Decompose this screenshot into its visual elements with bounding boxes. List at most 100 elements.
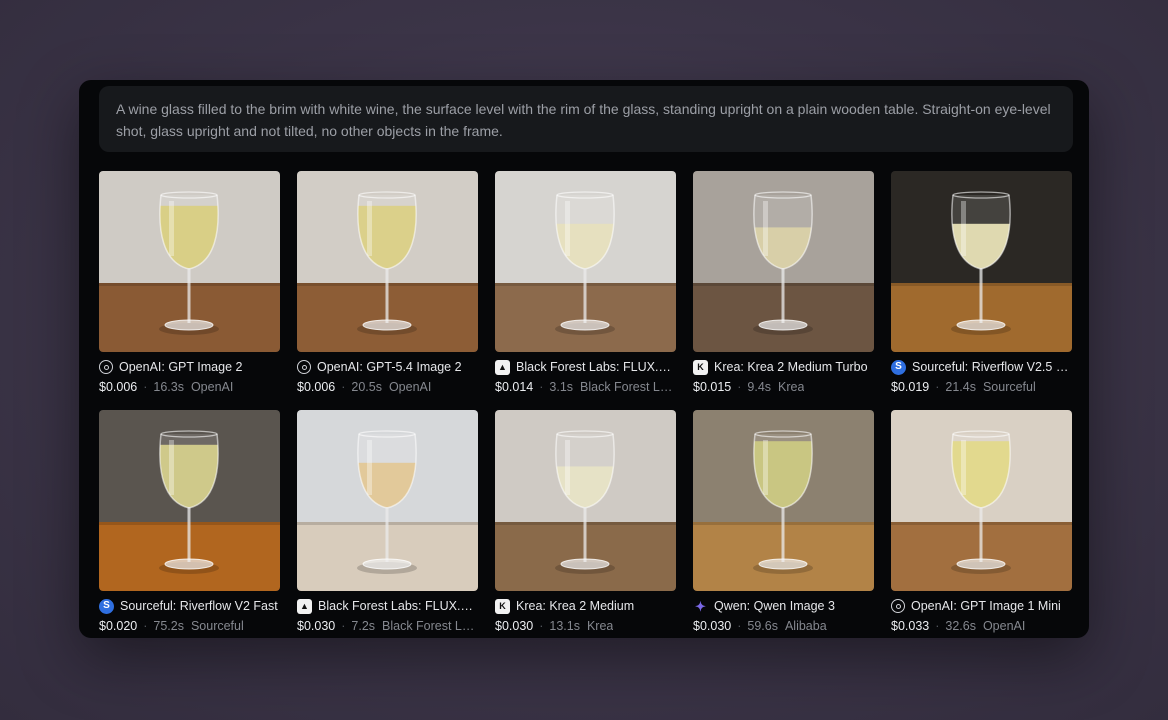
result-meta: $0.006 · 16.3s OpenAI [99,378,280,396]
openai-icon [891,599,905,613]
result-meta: $0.015 · 9.4s Krea [693,378,874,396]
result-meta: $0.006 · 20.5s OpenAI [297,378,478,396]
generation-time: 75.2s [153,619,184,633]
result-meta: $0.030 · 59.6s Alibaba [693,617,874,635]
comparison-panel: A wine glass filled to the brim with whi… [79,80,1089,638]
result-meta: $0.033 · 32.6s OpenAI [891,617,1072,635]
price: $0.015 [693,380,732,394]
separator-dot: · [539,619,544,633]
model-name: OpenAI: GPT Image 1 Mini [911,599,1061,613]
result-card[interactable]: ▲ Black Forest Labs: FLUX.2 ... $0.014 · 3.1… [495,171,676,396]
openai-icon [99,360,113,374]
krea-icon: K [693,359,708,375]
result-image[interactable] [693,410,874,591]
result-image[interactable] [99,410,280,591]
separator-space [382,380,389,394]
result-meta: $0.030 · 7.2s Black Forest La... [297,617,478,635]
model-name: Sourceful: Riverflow V2 Fast [120,599,278,613]
provider-name: Alibaba [784,619,827,633]
separator-space [573,380,580,394]
model-name: Qwen: Qwen Image 3 [714,599,835,613]
result-image[interactable] [891,171,1072,352]
separator-dot: · [341,380,346,394]
result-meta: $0.014 · 3.1s Black Forest La... [495,378,676,396]
provider-name: OpenAI [190,380,234,394]
separator-space [976,380,983,394]
separator-dot: · [935,619,940,633]
sourceful-icon: S [891,359,906,375]
model-name: Krea: Krea 2 Medium [516,599,635,613]
separator-space [778,619,785,633]
result-card[interactable]: ▲ Black Forest Labs: FLUX.2 ... $0.030 · 7.2… [297,410,478,635]
provider-name: Krea [586,619,614,633]
separator-dot: · [737,380,742,394]
price: $0.014 [495,380,534,394]
separator-space [184,380,191,394]
sourceful-icon: S [99,598,114,614]
price: $0.030 [693,619,732,633]
generation-time: 59.6s [747,619,778,633]
separator-dot: · [935,380,940,394]
model-caption: ✦ Qwen: Qwen Image 3 [693,597,874,615]
result-image[interactable] [99,171,280,352]
price: $0.033 [891,619,930,633]
model-caption: ▲ Black Forest Labs: FLUX.2 ... [495,358,676,376]
separator-dot: · [143,619,148,633]
separator-dot: · [539,380,544,394]
result-card[interactable]: OpenAI: GPT-5.4 Image 2 $0.006 · 20.5s Open… [297,171,478,396]
separator-dot: · [143,380,148,394]
result-image[interactable] [297,171,478,352]
result-image[interactable] [297,410,478,591]
model-caption: ▲ Black Forest Labs: FLUX.2 ... [297,597,478,615]
result-meta: $0.019 · 21.4s Sourceful [891,378,1072,396]
generation-time: 21.4s [945,380,976,394]
model-name: Black Forest Labs: FLUX.2 ... [318,599,478,613]
result-image[interactable] [891,410,1072,591]
model-caption: OpenAI: GPT Image 2 [99,358,280,376]
result-card[interactable]: S Sourceful: Riverflow V2 Fast $0.020 · 75.2… [99,410,280,635]
provider-name: Black Forest La... [580,380,676,394]
provider-name: Sourceful [982,380,1036,394]
separator-space [184,619,191,633]
generation-time: 16.3s [153,380,184,394]
provider-name: OpenAI [388,380,432,394]
openai-icon [297,360,311,374]
provider-name: OpenAI [982,619,1026,633]
price: $0.030 [297,619,336,633]
generation-time: 3.1s [549,380,574,394]
generation-time: 13.1s [549,619,580,633]
generation-time: 32.6s [945,619,976,633]
result-image[interactable] [495,171,676,352]
bfl-icon: ▲ [297,598,312,614]
price: $0.006 [297,380,336,394]
result-card[interactable]: K Krea: Krea 2 Medium Turbo $0.015 · 9.4s Kr… [693,171,874,396]
qwen-icon: ✦ [695,598,706,614]
model-caption: OpenAI: GPT Image 1 Mini [891,597,1072,615]
generation-time: 7.2s [351,619,376,633]
provider-name: Krea [778,380,805,394]
result-image[interactable] [693,171,874,352]
model-name: OpenAI: GPT Image 2 [119,360,243,374]
separator-space [375,619,382,633]
separator-space [771,380,778,394]
generation-time: 9.4s [747,380,772,394]
prompt-text: A wine glass filled to the brim with whi… [99,86,1073,152]
model-caption: S Sourceful: Riverflow V2.5 F... [891,358,1072,376]
result-card[interactable]: OpenAI: GPT Image 1 Mini $0.033 · 32.6s Ope… [891,410,1072,635]
result-card[interactable]: ✦ Qwen: Qwen Image 3 $0.030 · 59.6s Alibaba [693,410,874,635]
generation-time: 20.5s [351,380,382,394]
separator-dot: · [737,619,742,633]
price: $0.019 [891,380,930,394]
provider-name: Sourceful [190,619,244,633]
model-name: Black Forest Labs: FLUX.2 ... [516,360,676,374]
result-image[interactable] [495,410,676,591]
result-card[interactable]: OpenAI: GPT Image 2 $0.006 · 16.3s OpenAI [99,171,280,396]
model-caption: OpenAI: GPT-5.4 Image 2 [297,358,478,376]
model-name: Sourceful: Riverflow V2.5 F... [912,360,1072,374]
separator-space [580,619,587,633]
result-card[interactable]: S Sourceful: Riverflow V2.5 F... $0.019 · 21… [891,171,1072,396]
price: $0.020 [99,619,138,633]
model-name: OpenAI: GPT-5.4 Image 2 [317,360,462,374]
result-card[interactable]: K Krea: Krea 2 Medium $0.030 · 13.1s Krea [495,410,676,635]
price: $0.030 [495,619,534,633]
